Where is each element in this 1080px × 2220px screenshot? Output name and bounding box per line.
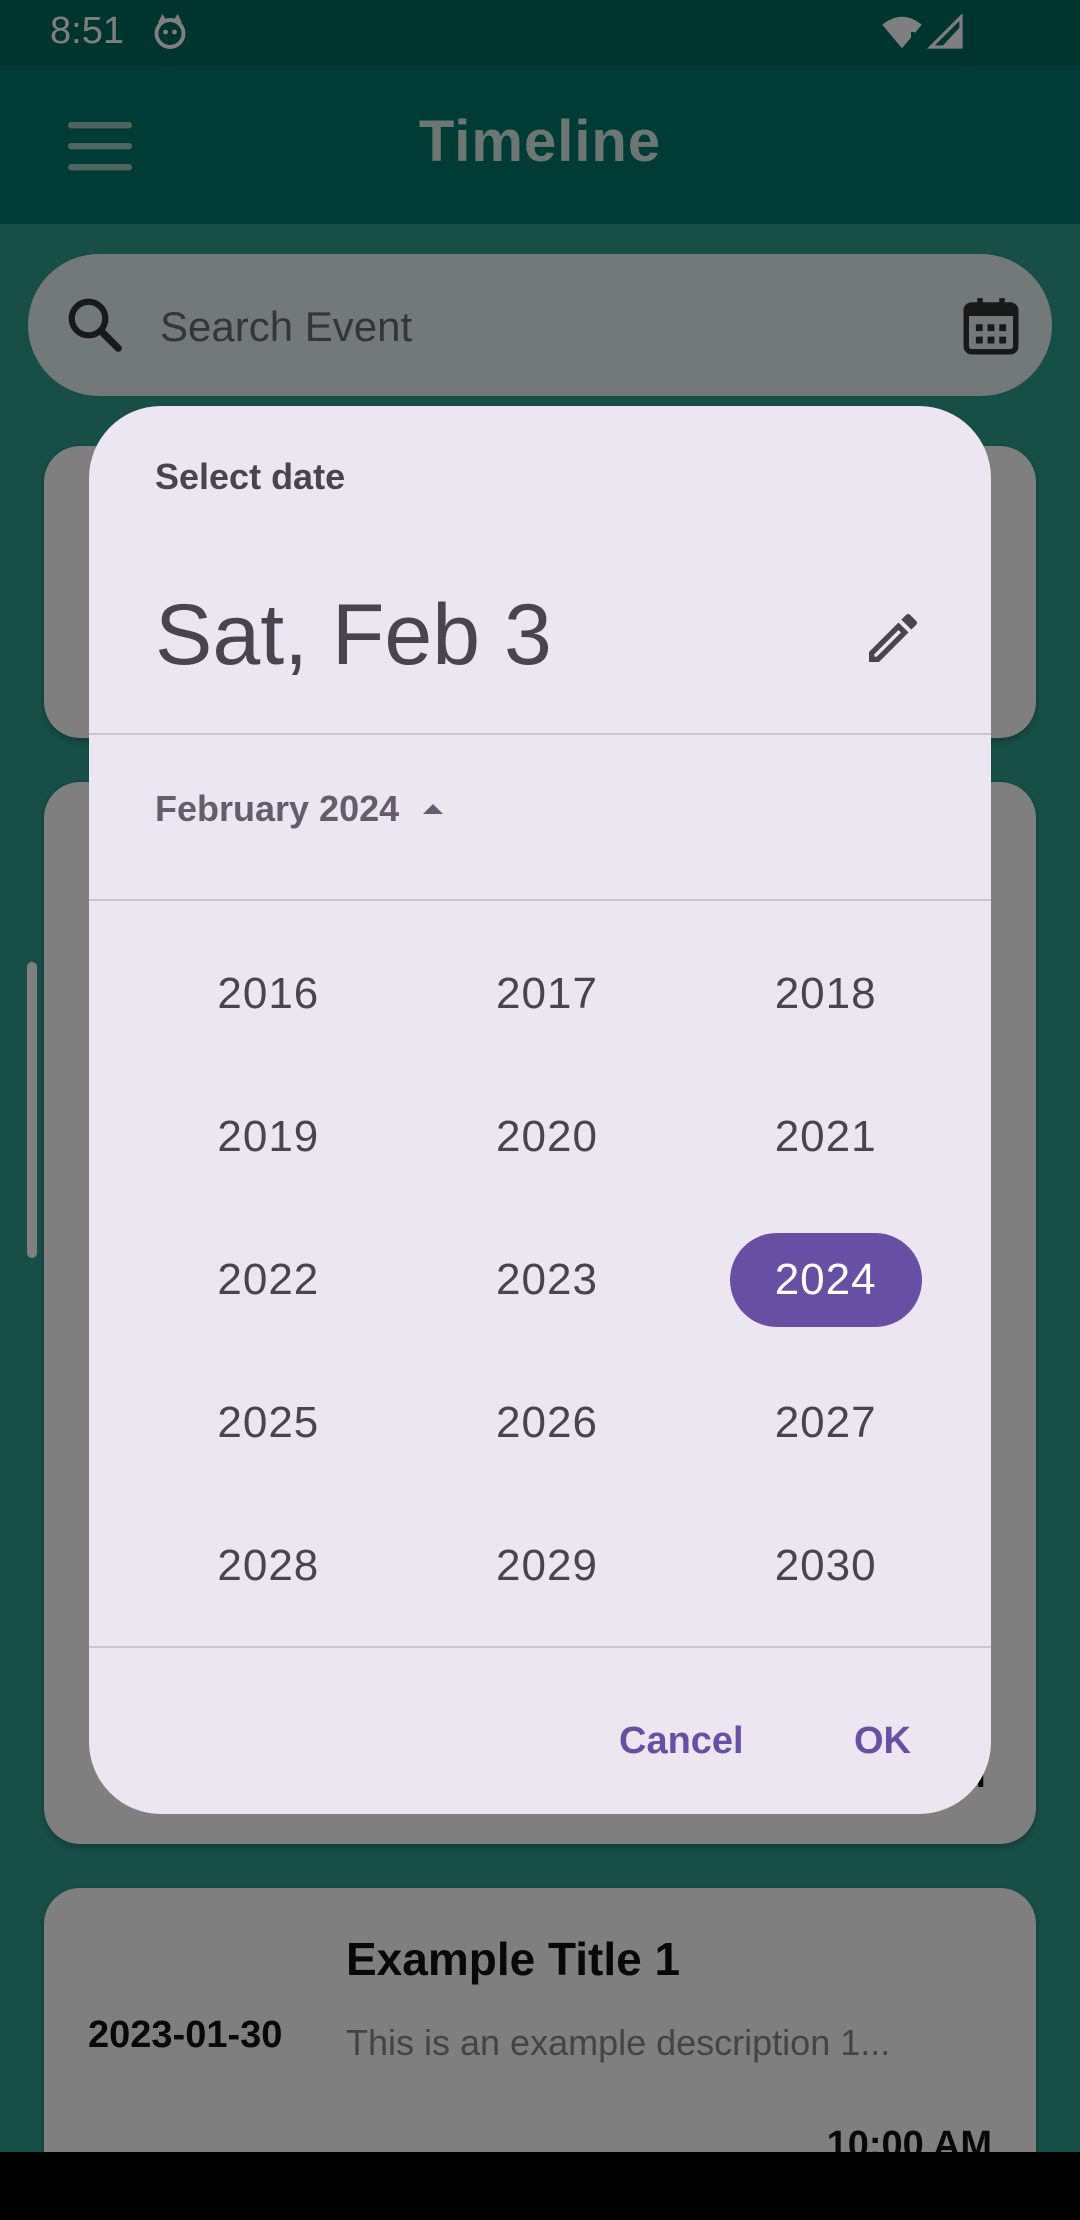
year-cell: 2018 [686, 922, 965, 1065]
year-option[interactable]: 2030 [730, 1519, 922, 1613]
arrow-up-icon [423, 804, 444, 814]
divider [89, 899, 991, 901]
ok-button[interactable]: OK [844, 1706, 921, 1776]
year-cell: 2016 [129, 922, 408, 1065]
month-year-toggle[interactable]: February 2024 [155, 784, 453, 834]
year-option[interactable]: 2026 [451, 1376, 643, 1470]
cancel-button[interactable]: Cancel [609, 1706, 754, 1776]
year-option[interactable]: 2020 [451, 1090, 643, 1184]
year-option[interactable]: 2021 [730, 1090, 922, 1184]
year-option[interactable]: 2022 [172, 1233, 364, 1327]
year-cell: 2017 [408, 922, 687, 1065]
year-cell: 2027 [686, 1351, 965, 1494]
year-cell: 2024 [686, 1208, 965, 1351]
dialog-heading: Select date [155, 456, 346, 497]
edit-pencil-icon[interactable] [861, 606, 925, 670]
year-option[interactable]: 2018 [730, 947, 922, 1041]
date-picker-dialog: Select date Sat, Feb 3 February 2024 201… [89, 406, 991, 1814]
selected-date: Sat, Feb 3 [155, 587, 552, 683]
year-cell: 2020 [408, 1065, 687, 1208]
divider [89, 733, 991, 735]
year-cell: 2029 [408, 1494, 687, 1637]
year-cell: 2023 [408, 1208, 687, 1351]
year-cell: 2021 [686, 1065, 965, 1208]
year-cell: 2028 [129, 1494, 408, 1637]
year-option[interactable]: 2029 [451, 1519, 643, 1613]
year-grid: 2016 2017 2018 2019 2020 2021 2022 2023 2024 2025… [129, 922, 965, 1637]
year-cell: 2022 [129, 1208, 408, 1351]
month-year-label: February 2024 [155, 788, 400, 829]
year-option[interactable]: 2028 [172, 1519, 364, 1613]
year-option-selected[interactable]: 2024 [729, 1232, 922, 1327]
year-option[interactable]: 2017 [451, 947, 643, 1041]
year-cell: 2025 [129, 1351, 408, 1494]
year-option[interactable]: 2027 [730, 1376, 922, 1470]
screen: 8:51 Timeline [0, 0, 1080, 2220]
year-option[interactable]: 2019 [172, 1090, 364, 1184]
year-option[interactable]: 2025 [172, 1376, 364, 1470]
year-cell: 2019 [129, 1065, 408, 1208]
year-cell: 2026 [408, 1351, 687, 1494]
navigation-bar [0, 2152, 1080, 2220]
divider [89, 1646, 991, 1648]
year-cell: 2030 [686, 1494, 965, 1637]
year-option[interactable]: 2016 [172, 947, 364, 1041]
year-option[interactable]: 2023 [451, 1233, 643, 1327]
